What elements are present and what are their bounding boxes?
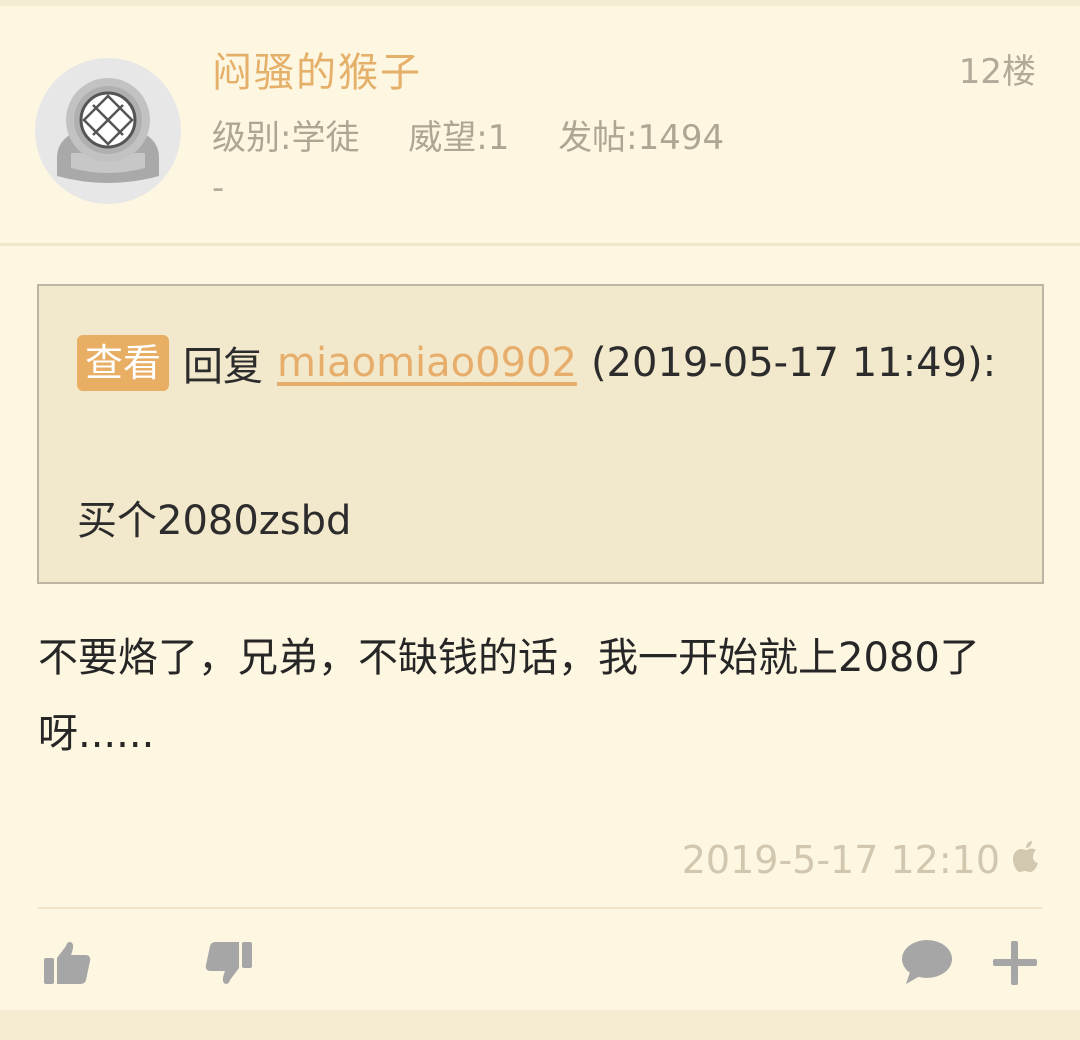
- quoted-user-link[interactable]: miaomiao0902: [277, 340, 577, 386]
- view-quote-button[interactable]: 查看: [77, 335, 170, 391]
- username[interactable]: 闷骚的猴子: [212, 40, 422, 98]
- floor-number: 12楼: [958, 52, 1036, 92]
- diver-helmet-icon: [35, 58, 181, 204]
- user-prestige: 威望:1: [408, 118, 510, 158]
- quoted-time: (2019-05-17 11:49):: [590, 340, 997, 386]
- apple-icon: [1012, 838, 1042, 874]
- bottom-band: [0, 1010, 1080, 1040]
- comment-icon[interactable]: [900, 938, 954, 990]
- thumbs-up-icon[interactable]: [42, 938, 92, 990]
- thumbs-down-icon[interactable]: [204, 940, 254, 992]
- user-post-count: 发帖:1494: [558, 118, 725, 158]
- post-timestamp: 2019-5-17 12:10: [681, 838, 1000, 882]
- header-divider: [0, 243, 1080, 246]
- reply-label: 回复: [183, 344, 264, 390]
- user-signature: -: [212, 168, 225, 208]
- user-level: 级别:学徒: [212, 118, 360, 158]
- quote-header: 查看 回复 miaomiao0902 (2019-05-17 11:49):: [77, 334, 996, 392]
- user-meta: 级别:学徒 威望:1 发帖:1494: [212, 110, 762, 159]
- top-border: [0, 0, 1080, 6]
- footer-divider: [38, 907, 1042, 909]
- plus-icon[interactable]: [990, 938, 1040, 992]
- quoted-text: 买个2080zsbd: [77, 498, 352, 544]
- post-body: 不要烙了，兄弟，不缺钱的话，我一开始就上2080了呀......: [38, 635, 980, 757]
- quote-box: 查看 回复 miaomiao0902 (2019-05-17 11:49): 买…: [37, 284, 1044, 584]
- avatar[interactable]: [35, 58, 181, 204]
